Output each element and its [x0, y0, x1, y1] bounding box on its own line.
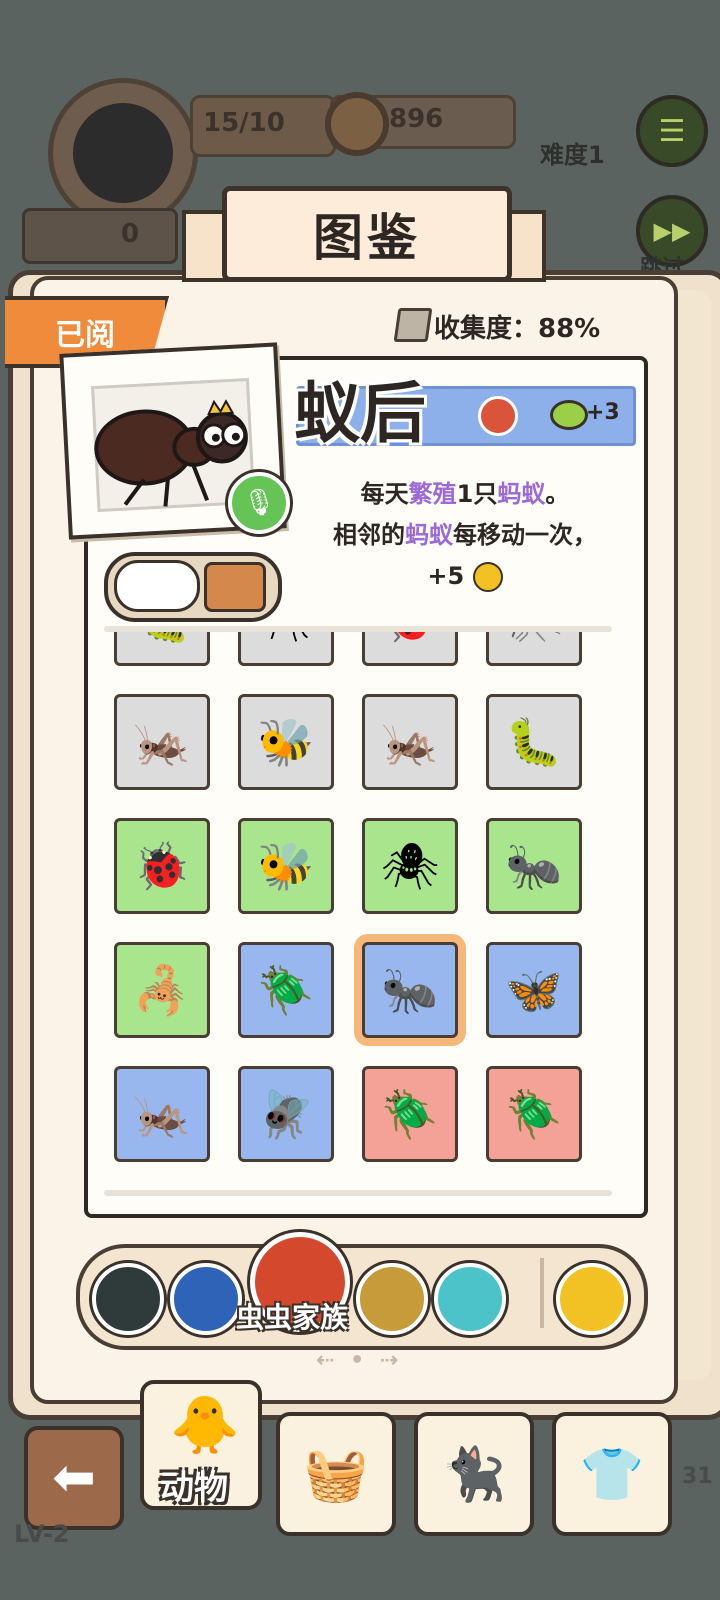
- paw-coin-icon: [472, 562, 503, 592]
- collection-progress: 收集度：88%: [434, 314, 601, 344]
- chick-icon: 🐥: [170, 1393, 240, 1458]
- creature-description: 每天繁殖1只蚂蚁。 相邻的蚂蚁每移动一次， +5: [300, 474, 630, 597]
- creature-name: 蚁后: [294, 375, 426, 452]
- creature-icon: 🐜: [505, 838, 563, 893]
- creature-icon: 🕷: [257, 632, 315, 646]
- creature-icon: 🦂: [133, 962, 191, 1017]
- category-separator: [540, 1258, 544, 1328]
- microphone-icon: 🎙: [242, 488, 276, 518]
- creature-icon: 🕷: [380, 838, 440, 893]
- zero-box: 0: [22, 208, 178, 264]
- side-number: 31: [682, 1464, 713, 1489]
- category-bar: [76, 1244, 648, 1350]
- nav-cat[interactable]: 🐈‍⬛: [414, 1412, 534, 1536]
- active-category-label: 虫虫家族: [236, 1301, 349, 1334]
- progress-text: 15/10: [203, 108, 285, 138]
- family-tag-icon: [478, 396, 518, 436]
- divider-bottom: [104, 1190, 612, 1196]
- desc-line-1: 每天繁殖1只蚂蚁。: [360, 480, 570, 508]
- creature-icon: 🦗: [133, 714, 191, 769]
- creature-icon: 🐝: [257, 714, 315, 769]
- menu-button[interactable]: ☰: [636, 95, 708, 167]
- grid-cell[interactable]: 🦟: [486, 632, 582, 666]
- category-tab-4[interactable]: [434, 1263, 506, 1335]
- level-text: LV-2: [14, 1520, 70, 1548]
- certificate-icon[interactable]: [114, 560, 200, 612]
- grid-cell[interactable]: 🐝: [238, 818, 334, 914]
- shirt-hanger-icon: 👕: [579, 1444, 645, 1505]
- fast-forward-icon: ▶▶: [653, 217, 691, 245]
- category-tab-3[interactable]: [356, 1263, 428, 1335]
- category-tab-5[interactable]: [556, 1263, 628, 1335]
- leaf-icon: [550, 400, 588, 430]
- grid-cell[interactable]: 🦗: [114, 1066, 210, 1162]
- progress-box: 15/10: [190, 95, 336, 157]
- grid-cell[interactable]: 🐛: [114, 632, 210, 666]
- black-cat-icon: 🐈‍⬛: [441, 1444, 507, 1505]
- creature-icon: 🐛: [133, 632, 190, 646]
- creature-icon: 🪲: [381, 1086, 439, 1141]
- book-icon: [393, 308, 433, 342]
- back-arrow-icon: ⬅: [52, 1448, 96, 1508]
- desc-line-2: 相邻的蚂蚁每移动一次，: [333, 521, 597, 549]
- shirt-icon[interactable]: [204, 562, 266, 612]
- creature-icon: 🐛: [505, 714, 563, 769]
- grid-cell[interactable]: 🪲: [238, 942, 334, 1038]
- grid-cell[interactable]: 🐞: [362, 632, 458, 666]
- creature-icon: 🦗: [133, 1086, 191, 1141]
- page-arrows[interactable]: ⇠ • ⇢: [316, 1348, 402, 1373]
- player-avatar: [48, 78, 198, 228]
- basket-icon: 🧺: [303, 1444, 369, 1505]
- nav-basket[interactable]: 🧺: [276, 1412, 396, 1536]
- desc-line-3: +5: [300, 556, 630, 597]
- grid-cell[interactable]: 🦗: [362, 694, 458, 790]
- grid-cell[interactable]: 🪲: [486, 1066, 582, 1162]
- coin-value: 896: [389, 104, 444, 134]
- grid-cell[interactable]: 🐛: [486, 694, 582, 790]
- grid-cell[interactable]: 🕷: [362, 818, 458, 914]
- creature-icon: 🦋: [505, 962, 563, 1017]
- difficulty-label[interactable]: 难度1: [540, 135, 605, 170]
- creature-icon: 🪲: [257, 962, 315, 1017]
- list-icon: ☰: [658, 113, 686, 149]
- grid-cell[interactable]: 🪲: [362, 1066, 458, 1162]
- grid-cell[interactable]: 🪰: [238, 1066, 334, 1162]
- creature-icon: 🪰: [257, 1086, 315, 1141]
- creature-icon: 🐜: [381, 962, 439, 1017]
- back-button[interactable]: ⬅: [24, 1426, 124, 1530]
- leaf-bonus: +3: [586, 400, 620, 425]
- creature-icon: 🦗: [381, 714, 439, 769]
- grid-cell[interactable]: 🐝: [238, 694, 334, 790]
- cat-avatar-icon: [73, 103, 173, 203]
- grid-cell[interactable]: 🦂: [114, 942, 210, 1038]
- grid-cell[interactable]: 🦋: [486, 942, 582, 1038]
- page-title: 图鉴: [313, 209, 421, 267]
- info-skin-toggle[interactable]: [104, 552, 282, 622]
- grid-cell[interactable]: 🐜: [486, 818, 582, 914]
- grid-cell[interactable]: 🐞: [114, 818, 210, 914]
- creature-icon: 🪲: [505, 1086, 563, 1141]
- ring-icon: [325, 92, 389, 156]
- read-tag-label: 已阅: [55, 318, 115, 353]
- grid-cell[interactable]: 🕷: [238, 632, 334, 666]
- title-tab: 图鉴: [222, 186, 512, 282]
- grid-cell-selected[interactable]: 🐜: [362, 942, 458, 1038]
- nav-wardrobe[interactable]: 👕: [552, 1412, 672, 1536]
- category-tab-1[interactable]: [92, 1263, 164, 1335]
- nav-animal-label: 动物: [160, 1468, 228, 1508]
- creature-icon: 🐝: [257, 838, 315, 893]
- creature-grid: 🐛 🕷 🐞 🦟 🦗 🐝 🦗 🐛 🐞 🐝 🕷 🐜 🦂 🪲 🐜 🦋 🦗 🪰 🪲 🪲: [112, 632, 592, 1188]
- creature-icon: 🐞: [133, 838, 191, 893]
- creature-icon: 🦟: [505, 632, 562, 646]
- voice-button[interactable]: 🎙: [228, 472, 290, 534]
- zero-text: 0: [121, 219, 140, 249]
- coin-counter: 896: [325, 92, 516, 156]
- creature-icon: 🐞: [381, 632, 438, 646]
- category-tab-2[interactable]: [170, 1263, 242, 1335]
- grid-cell[interactable]: 🦗: [114, 694, 210, 790]
